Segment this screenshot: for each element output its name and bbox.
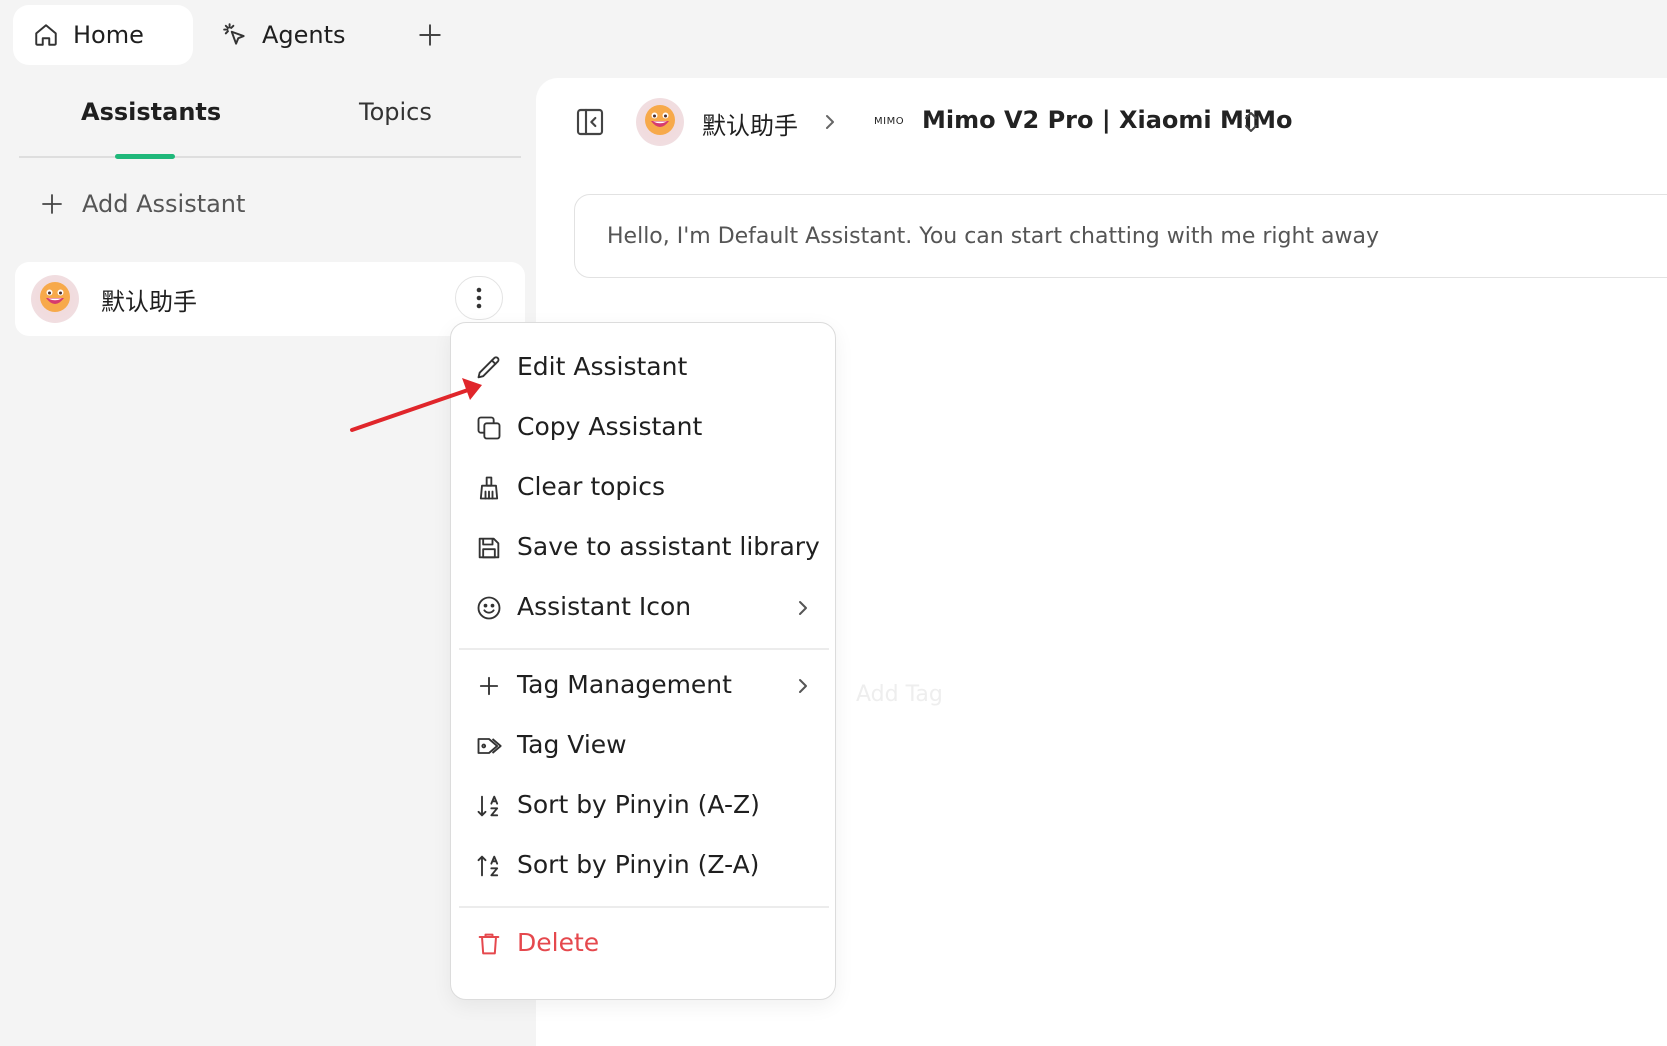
model-provider-logo: MIMO (874, 116, 905, 127)
menu-item-assistant-icon[interactable]: Assistant Icon (451, 579, 837, 637)
chevron-right-icon (793, 596, 813, 626)
welcome-text: Hello, I'm Default Assistant. You can st… (607, 223, 1380, 249)
save-icon (475, 534, 503, 562)
menu-item-tag-management[interactable]: Tag Management (451, 657, 837, 715)
model-selector-label[interactable]: Mimo V2 Pro | Xiaomi MiMo (922, 106, 1292, 134)
copy-icon (475, 414, 503, 442)
more-vertical-icon (476, 286, 482, 310)
add-tab-button[interactable] (410, 15, 450, 55)
chevrons-up-down-icon[interactable] (1240, 108, 1262, 136)
sort-ascending-icon (475, 792, 503, 820)
menu-item-label: Tag Management (517, 670, 732, 699)
add-assistant-button[interactable]: Add Assistant (40, 190, 245, 218)
avatar (31, 275, 79, 323)
menu-item-delete[interactable]: Delete (451, 915, 837, 973)
tab-agents[interactable]: Agents (222, 5, 346, 65)
assistant-context-menu: Edit Assistant Copy Assistant Clear topi… (450, 322, 836, 1000)
menu-item-label: Assistant Icon (517, 592, 692, 621)
menu-item-label: Tag View (517, 730, 627, 759)
active-tab-indicator (115, 154, 175, 159)
pencil-icon (475, 354, 503, 382)
menu-item-label: Clear topics (517, 472, 666, 501)
menu-item-clear-topics[interactable]: Clear topics (451, 459, 837, 517)
assistant-name: 默认助手 (101, 288, 197, 316)
menu-item-label: Sort by Pinyin (Z-A) (517, 850, 760, 879)
menu-item-label: Edit Assistant (517, 352, 688, 381)
avatar[interactable] (636, 98, 684, 146)
sidebar-collapse-icon (574, 106, 606, 138)
menu-divider (459, 648, 829, 650)
sort-descending-icon (475, 852, 503, 880)
chevron-right-icon (820, 110, 840, 134)
current-assistant-name[interactable]: 默认助手 (702, 106, 798, 141)
plus-icon (417, 22, 443, 48)
plus-icon (475, 672, 503, 700)
welcome-message: Hello, I'm Default Assistant. You can st… (574, 194, 1667, 278)
menu-item-label: Copy Assistant (517, 412, 703, 441)
tags-icon (475, 732, 503, 760)
broom-icon (475, 474, 503, 502)
smile-icon (475, 594, 503, 622)
menu-item-label: Save to assistant library (517, 532, 820, 561)
grinning-face-icon (38, 280, 72, 318)
menu-item-tag-view[interactable]: Tag View (451, 717, 837, 775)
menu-item-sort-az[interactable]: Sort by Pinyin (A-Z) (451, 777, 837, 835)
top-tab-bar: Home Agents (0, 0, 1667, 70)
add-tag-ghost-text: Add Tag (856, 682, 943, 707)
menu-item-save-to-library[interactable]: Save to assistant library (451, 519, 837, 577)
tab-agents-label: Agents (262, 21, 346, 49)
tab-home-label: Home (73, 21, 144, 49)
chevron-right-icon (793, 674, 813, 704)
menu-item-label: Sort by Pinyin (A-Z) (517, 790, 760, 819)
tab-home[interactable]: Home (13, 5, 193, 65)
menu-item-label: Delete (517, 928, 600, 957)
tab-topics[interactable]: Topics (359, 98, 432, 126)
grinning-face-icon (643, 103, 677, 141)
menu-item-edit-assistant[interactable]: Edit Assistant (451, 339, 837, 397)
menu-item-copy-assistant[interactable]: Copy Assistant (451, 399, 837, 457)
more-options-button[interactable] (455, 276, 503, 320)
menu-item-sort-za[interactable]: Sort by Pinyin (Z-A) (451, 837, 837, 895)
home-icon (33, 22, 59, 48)
tab-assistants[interactable]: Assistants (81, 98, 221, 126)
add-assistant-label: Add Assistant (82, 190, 246, 218)
assistant-list-item[interactable]: 默认助手 (15, 262, 525, 336)
sidebar-tabs: Assistants Topics (19, 88, 521, 159)
cursor-click-icon (222, 22, 248, 48)
menu-divider (459, 906, 829, 908)
plus-icon (40, 192, 64, 216)
toggle-sidebar-button[interactable] (574, 106, 606, 138)
trash-icon (475, 930, 503, 958)
